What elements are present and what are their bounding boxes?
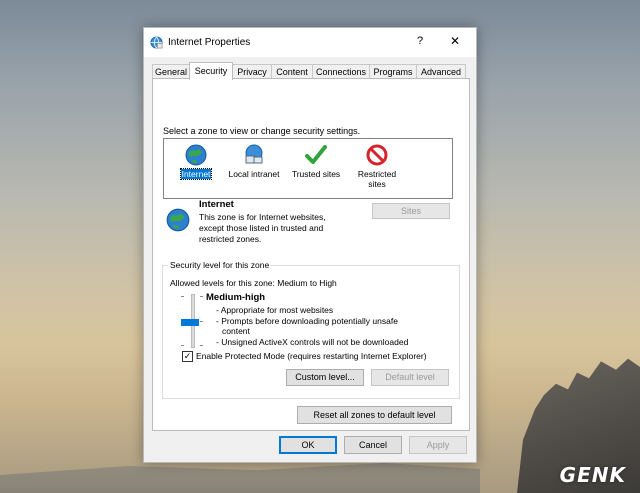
internet-properties-dialog: Internet Properties ? ✕ General Security… (143, 27, 477, 463)
restricted-icon (366, 144, 388, 166)
checkmark-icon (305, 145, 327, 164)
reset-all-zones-button[interactable]: Reset all zones to default level (297, 406, 452, 424)
level-bullet: content (222, 326, 250, 336)
protected-mode-label[interactable]: Enable Protected Mode (requires restarti… (196, 351, 427, 361)
zone-description-line: restricted zones. (199, 234, 262, 244)
help-button[interactable]: ? (415, 35, 425, 47)
security-level-group-title: Security level for this zone (168, 260, 272, 270)
cancel-button[interactable]: Cancel (344, 436, 402, 454)
zone-trusted-sites-label: Trusted sites (291, 169, 341, 179)
security-level-slider-thumb[interactable] (181, 319, 199, 326)
zone-restricted-sites-label: Restricted sites (357, 169, 397, 189)
custom-level-button[interactable]: Custom level... (286, 369, 364, 386)
zone-local-intranet-label: Local intranet (228, 169, 280, 179)
zone-internet-label: Internet (179, 168, 213, 180)
sites-button[interactable]: Sites (372, 203, 450, 219)
zone-description: This zone is for Internet websites, exce… (199, 212, 326, 245)
security-level-group: Security level for this zone Allowed lev… (162, 260, 460, 399)
slider-tick (181, 345, 184, 346)
slider-tick (200, 321, 203, 322)
zone-description-line: This zone is for Internet websites, (199, 212, 326, 222)
zone-trusted-sites[interactable]: Trusted sites (288, 143, 344, 179)
tab-security[interactable]: Security (189, 62, 233, 80)
zone-prompt: Select a zone to view or change security… (163, 126, 361, 136)
zone-name: Internet (199, 199, 234, 210)
level-bullet: - Prompts before downloading potentially… (216, 315, 398, 326)
allowed-levels-text: Allowed levels for this zone: Medium to … (170, 278, 337, 288)
security-level-name: Medium-high (206, 292, 266, 303)
security-panel: Select a zone to view or change security… (152, 78, 470, 431)
globe-icon (185, 144, 207, 166)
zone-internet[interactable]: Internet (172, 143, 220, 180)
intranet-icon (245, 144, 263, 164)
zone-list: Internet Local intranet Trusted sites Re… (163, 138, 453, 199)
default-level-button[interactable]: Default level (371, 369, 449, 386)
tab-general[interactable]: General (152, 64, 190, 79)
tab-programs[interactable]: Programs (369, 64, 417, 79)
window-title: Internet Properties (168, 37, 251, 48)
level-bullet: - Unsigned ActiveX controls will not be … (216, 336, 409, 347)
slider-tick (200, 296, 203, 297)
zone-restricted-sites[interactable]: Restricted sites (352, 143, 402, 189)
zone-local-intranet[interactable]: Local intranet (226, 143, 282, 179)
slider-tick (200, 345, 203, 346)
close-button[interactable]: ✕ (449, 34, 461, 48)
tab-privacy[interactable]: Privacy (232, 64, 272, 79)
tab-advanced[interactable]: Advanced (416, 64, 466, 79)
security-level-description: - Appropriate for most websites - Prompt… (216, 305, 408, 347)
protected-mode-checkbox[interactable]: ✓ (182, 351, 193, 362)
internet-options-icon (150, 36, 163, 49)
watermark: GENK (559, 463, 626, 487)
zone-description-line: except those listed in trusted and (199, 223, 324, 233)
selected-zone-globe-icon (166, 208, 190, 232)
tab-connections[interactable]: Connections (312, 64, 370, 79)
tab-content[interactable]: Content (271, 64, 313, 79)
slider-tick (181, 296, 184, 297)
level-bullet: - Appropriate for most websites (216, 305, 334, 315)
title-bar[interactable]: Internet Properties ? ✕ (144, 28, 476, 57)
apply-button[interactable]: Apply (409, 436, 467, 454)
ok-button[interactable]: OK (279, 436, 337, 454)
